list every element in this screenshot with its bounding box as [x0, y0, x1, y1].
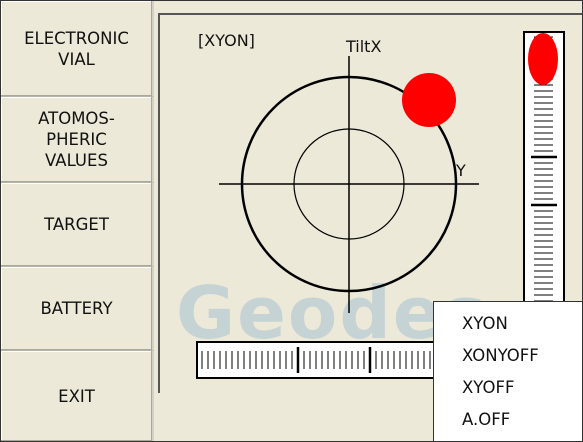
tilt-mode-menu: XYON XONYOFF XYOFF A.OFF	[433, 301, 582, 441]
menu-item-aoff[interactable]: A.OFF	[462, 410, 510, 429]
menu-item-xyoff[interactable]: XYOFF	[462, 378, 514, 397]
electronic-vial-window: ELECTRONIC VIAL ATOMOS- PHERIC VALUES TA…	[0, 0, 583, 442]
menu-item-xyon[interactable]: XYON	[462, 314, 508, 333]
horizontal-tube-vial	[196, 341, 448, 379]
tilt-x-axis-label: TiltX	[346, 37, 382, 56]
menu-item-xonyoff[interactable]: XONYOFF	[462, 346, 539, 365]
y-axis-label: Y	[456, 161, 466, 180]
vertical-tube-vial	[523, 31, 565, 308]
vial-mode-label: [XYON]	[198, 31, 255, 50]
vertical-tube-bubble	[528, 33, 558, 85]
circular-bubble	[402, 73, 456, 127]
